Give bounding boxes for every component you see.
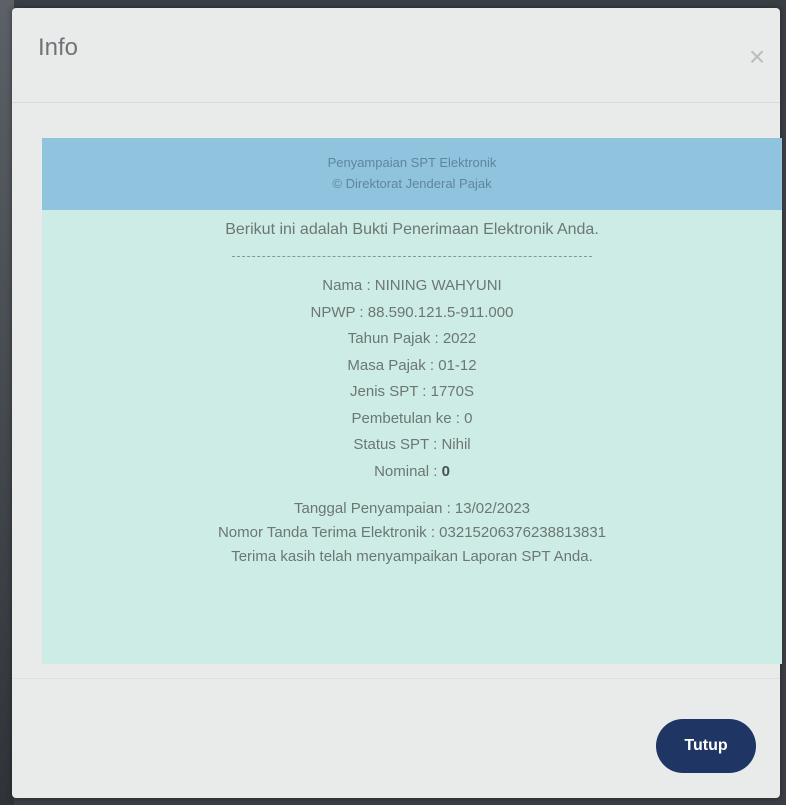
dashed-divider bbox=[232, 256, 592, 257]
field-masa-pajak: Masa Pajak : 01-12 bbox=[347, 356, 477, 374]
nomor-tanda-terima: Nomor Tanda Terima Elektronik : 03215206… bbox=[217, 524, 607, 541]
tanggal-penyampaian: Tanggal Penyampaian : 13/02/2023 bbox=[293, 500, 530, 517]
modal-title: Info bbox=[38, 34, 79, 61]
field-npwp: NPWP : 88.590.121.5-911.000 bbox=[310, 303, 514, 321]
receipt-header: Penyampaian SPT Elektronik © Direktorat … bbox=[42, 138, 782, 210]
receipt-header-copyright: © Direktorat Jenderal Pajak bbox=[332, 176, 492, 191]
field-status-spt: Status SPT : Nihil bbox=[353, 436, 471, 453]
field-nama: Nama : NINING WAHYUNI bbox=[322, 277, 502, 294]
receipt-intro: Berikut ini adalah Bukti Penerimaan Elek… bbox=[225, 221, 599, 238]
tutup-button[interactable]: Tutup bbox=[656, 719, 756, 773]
modal-header: Info × bbox=[12, 8, 780, 103]
modal-footer: Tutup bbox=[12, 678, 780, 799]
nominal-value: 0 bbox=[441, 462, 450, 480]
field-tahun-pajak: Tahun Pajak : 2022 bbox=[347, 330, 477, 347]
info-modal: Info × Penyampaian SPT Elektronik © Dire… bbox=[12, 8, 782, 799]
receipt-body: Berikut ini adalah Bukti Penerimaan Elek… bbox=[42, 218, 782, 569]
thanks-message: Terima kasih telah menyampaikan Laporan … bbox=[231, 548, 593, 565]
field-jenis-spt: Jenis SPT : 1770S bbox=[350, 383, 474, 400]
receipt-header-title: Penyampaian SPT Elektronik bbox=[327, 155, 497, 170]
field-pembetulan: Pembetulan ke : 0 bbox=[351, 409, 473, 427]
close-icon[interactable]: × bbox=[744, 43, 770, 71]
receipt-panel: Penyampaian SPT Elektronik © Direktorat … bbox=[42, 138, 782, 664]
nominal-label: Nominal : bbox=[374, 462, 442, 480]
field-nominal: Nominal : 0 bbox=[42, 459, 782, 486]
